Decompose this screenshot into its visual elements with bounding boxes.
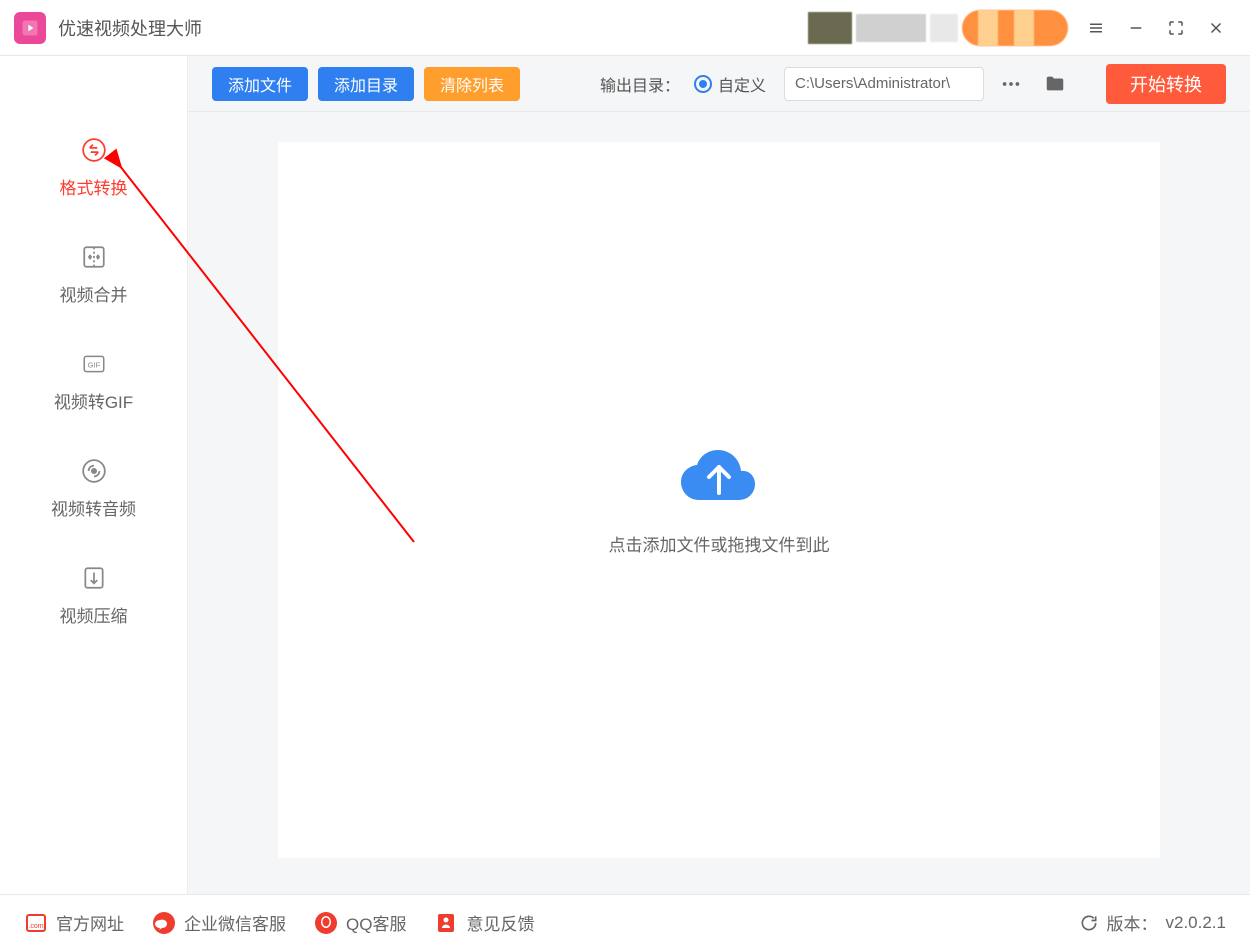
toolbar: 添加文件 添加目录 清除列表 输出目录： 自定义 开始转换 [188,56,1250,112]
merge-icon [80,243,108,271]
add-file-button[interactable]: 添加文件 [212,67,308,101]
version-label: 版本： [1107,910,1158,935]
sidebar-item-label: 视频压缩 [60,602,128,627]
sidebar-item-label: 视频合并 [60,281,128,306]
output-custom-radio[interactable]: 自定义 [694,72,766,96]
sidebar-item-format-convert[interactable]: 格式转换 [0,136,187,199]
svg-text:.com: .com [28,923,43,930]
titlebar: 优速视频处理大师 [0,0,1250,56]
wechat-icon [152,911,176,935]
minimize-button[interactable] [1116,8,1156,48]
sidebar-item-video-to-gif[interactable]: GIF 视频转GIF [0,350,187,413]
convert-icon [80,136,108,164]
sidebar-item-label: 视频转音频 [51,495,136,520]
version-info[interactable]: 版本： v2.0.2.1 [1079,910,1227,935]
sidebar-item-video-to-audio[interactable]: 视频转音频 [0,457,187,520]
radio-label: 自定义 [718,72,766,96]
sidebar-item-label: 视频转GIF [54,388,133,413]
footer-link-label: QQ客服 [346,910,406,935]
official-site-link[interactable]: .com 官方网址 [24,910,124,935]
drop-zone-hint: 点击添加文件或拖拽文件到此 [609,531,830,556]
footer-link-label: 官方网址 [56,910,124,935]
add-directory-button[interactable]: 添加目录 [318,67,414,101]
user-area-obscured [808,8,1068,48]
sidebar-item-video-compress[interactable]: 视频压缩 [0,564,187,627]
qq-support-link[interactable]: QQ客服 [314,910,406,935]
footer-link-label: 意见反馈 [466,910,534,935]
sidebar-item-video-merge[interactable]: 视频合并 [0,243,187,306]
main-panel: 添加文件 添加目录 清除列表 输出目录： 自定义 开始转换 [188,56,1250,894]
maximize-button[interactable] [1156,8,1196,48]
sidebar: 格式转换 视频合并 GIF 视频转GIF 视频转音频 视频压缩 [0,56,188,894]
footer-link-label: 企业微信客服 [184,910,286,935]
clear-list-button[interactable]: 清除列表 [424,67,520,101]
refresh-icon [1079,913,1099,933]
website-icon: .com [24,911,48,935]
menu-button[interactable] [1076,8,1116,48]
close-button[interactable] [1196,8,1236,48]
radio-icon [694,75,712,93]
app-title: 优速视频处理大师 [58,15,202,41]
wechat-support-link[interactable]: 企业微信客服 [152,910,286,935]
feedback-link[interactable]: 意见反馈 [434,910,534,935]
gif-icon: GIF [80,350,108,378]
footer: .com 官方网址 企业微信客服 QQ客服 意见反馈 版本： v2.0.2.1 [0,894,1250,950]
open-folder-button[interactable] [1038,67,1072,101]
qq-icon [314,911,338,935]
compress-icon [80,564,108,592]
more-options-button[interactable] [994,67,1028,101]
svg-text:GIF: GIF [87,360,100,369]
audio-icon [80,457,108,485]
version-value: v2.0.2.1 [1166,913,1227,933]
sidebar-item-label: 格式转换 [60,174,128,199]
app-logo [14,12,46,44]
upload-cloud-icon [679,445,759,509]
content-area: 点击添加文件或拖拽文件到此 [188,112,1250,894]
output-dir-label: 输出目录： [600,72,680,96]
feedback-icon [434,911,458,935]
start-convert-button[interactable]: 开始转换 [1106,64,1226,104]
output-path-input[interactable] [784,67,984,101]
file-drop-zone[interactable]: 点击添加文件或拖拽文件到此 [278,142,1160,858]
